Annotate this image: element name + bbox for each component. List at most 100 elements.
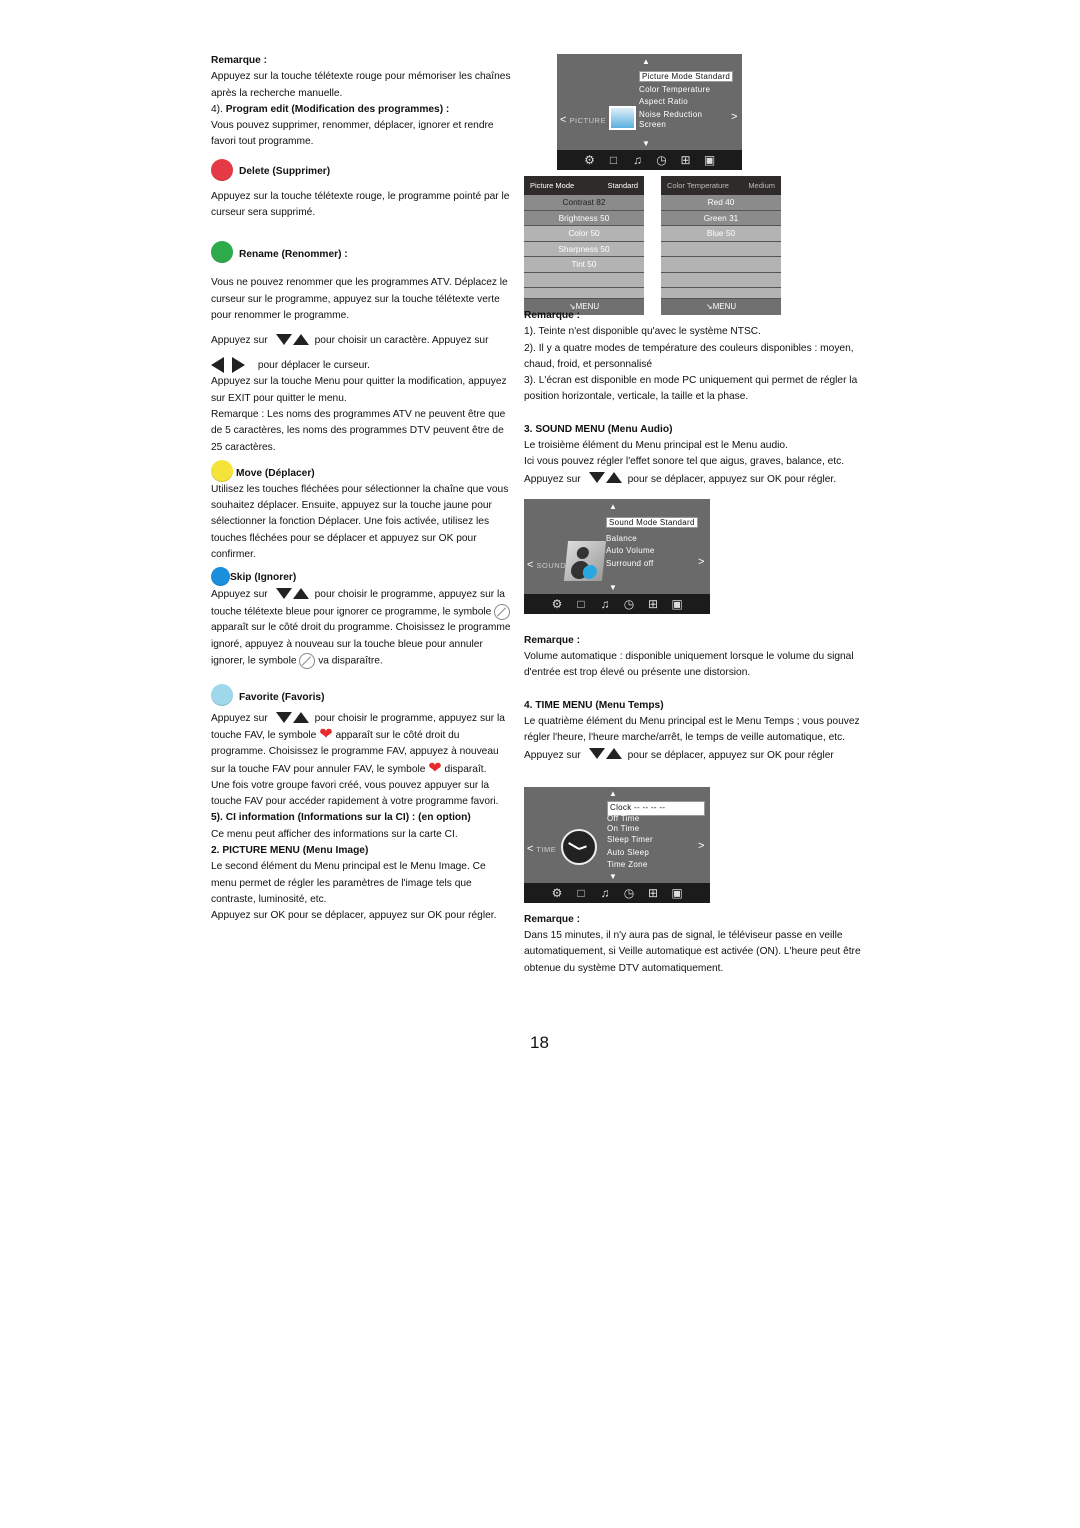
panel-row[interactable]: Green 31 [661,210,781,226]
picture-menu-heading: 2. PICTURE MENU (Menu Image) [211,844,369,856]
remarque-line: 1). Teinte n'est disponible qu'avec le s… [524,326,761,338]
scroll-down-icon: ▼ [609,583,617,592]
menu-item[interactable]: Auto Volume [606,545,710,558]
menu-bar: ⚙ □ ♫ ◷ ⊞ ▣ [557,150,742,170]
skip-symbol-icon [299,653,316,670]
program-edit-title: Program edit (Modification des programme… [225,103,450,115]
up-down-arrows-icon [275,586,309,602]
red-button-icon [211,158,233,181]
remarque-heading: Remarque : [524,913,581,925]
menu-bar: ⚙ □ ♫ ◷ ⊞ ▣ [524,883,710,903]
move-heading: Move (Déplacer) [211,459,511,482]
next-arrow-icon[interactable]: > [698,840,704,852]
remarque-heading: Remarque : [524,634,581,646]
speaker-icon [563,541,607,581]
up-down-arrows-icon [588,747,622,763]
yellow-button-icon [211,459,233,482]
panel-row [661,241,781,257]
panel-row [661,257,781,273]
next-arrow-icon[interactable]: > [731,111,737,123]
clock-icon[interactable]: ◷ [622,886,636,900]
lock-icon[interactable]: ▣ [703,153,717,167]
menu-item-selected[interactable]: Picture Mode Standard [639,71,734,82]
panel-row[interactable]: Red 40 [661,195,781,211]
picture-menu-text-2: Appuyez sur OK pour se déplacer, appuyez… [211,910,497,922]
gear-icon[interactable]: ⚙ [550,597,564,611]
panel-row[interactable]: Sharpness 50 [524,241,644,257]
clock-icon[interactable]: ◷ [622,597,636,611]
panel-row[interactable]: Blue 50 [661,226,781,242]
favorite-text: Appuyez sur pour choisir le programme, ap… [211,710,511,778]
menu-bar: ⚙ □ ♫ ◷ ⊞ ▣ [524,594,710,614]
skip-text-3: va disparaître. [318,655,383,667]
menu-item[interactable]: Auto Sleep [607,847,705,859]
sound-text-2: Ici vous pouvez régler l'effet sonore te… [524,456,845,468]
menu-item[interactable]: Color Temperature [639,84,739,97]
grid-icon[interactable]: ⊞ [646,597,660,611]
lock-icon[interactable]: ▣ [670,597,684,611]
menu-item[interactable]: Surround off [606,558,710,571]
delete-text: Appuyez sur la touche télétexte rouge, l… [211,190,510,219]
favorite-heading: Favorite (Favoris) [211,684,511,707]
remarque-line: 2). Il y a quatre modes de température d… [524,342,854,370]
panel-header: Color Temperature Medium [661,176,781,195]
ci-text: Ce menu peut afficher des informations s… [211,828,458,840]
panel-row[interactable]: Color 50 [524,226,644,242]
sound-menu-heading: 3. SOUND MENU (Menu Audio) [524,423,673,435]
sound-side-label: < SOUND [527,559,567,571]
scroll-up-icon: ▲ [609,789,617,798]
left-column: Remarque : Appuyez sur la touche télétex… [211,53,511,924]
menu-item[interactable]: On Time [607,824,705,835]
picture-mode-panel: Picture Mode Standard Contrast 82 Brightn… [524,176,644,315]
music-icon[interactable]: ♫ [631,153,645,167]
remarque-text: Dans 15 minutes, il n'y aura pas de sign… [524,930,861,974]
menu-item-selected[interactable]: Sound Mode Standard [606,517,698,528]
panel-row [661,272,781,288]
menu-item[interactable]: Sleep Timer [607,835,705,847]
panel-row[interactable]: Tint 50 [524,257,644,273]
remarque-text: Appuyez sur la touche télétexte rouge po… [211,71,511,99]
music-icon[interactable]: ♫ [598,597,612,611]
skip-text: Appuyez sur pour choisir le programme, ap… [211,586,511,670]
favorite-text-4: Une fois votre groupe favori créé, vous … [211,779,499,808]
time-side-label: < TIME [527,843,557,855]
grid-icon[interactable]: ⊞ [646,886,660,900]
skip-title: Skip (Ignorer) [230,572,297,584]
rename-text-2: Appuyez sur la touche Menu pour quitter … [211,376,507,404]
lock-icon[interactable]: ▣ [670,886,684,900]
scroll-down-icon: ▼ [642,139,650,148]
scroll-up-icon: ▲ [642,57,650,66]
monitor-icon[interactable]: □ [574,886,588,900]
remarque-text: Volume automatique : disponible uniqueme… [524,651,854,679]
next-arrow-icon[interactable]: > [698,556,704,568]
menu-item[interactable]: Time Zone [607,859,705,872]
time-text: Le quatrième élément du Menu principal e… [524,714,874,764]
delete-title: Delete (Supprimer) [239,166,331,178]
panel-row[interactable]: Brightness 50 [524,210,644,226]
time-menu-heading: 4. TIME MENU (Menu Temps) [524,699,664,711]
time-menu-items: Clock -- -- -- -- Off Time On Time Sleep… [607,801,705,871]
music-icon[interactable]: ♫ [598,886,612,900]
monitor-icon[interactable]: □ [574,597,588,611]
panel-header: Picture Mode Standard [524,176,644,195]
gear-icon[interactable]: ⚙ [583,153,597,167]
favorite-appuyez: Appuyez sur [211,712,268,724]
menu-item[interactable]: Aspect Ratio [639,96,739,109]
picture-menu-screen: ▲ < PICTURE Picture Mode Standard Color … [557,54,742,170]
menu-item[interactable]: Off Time [607,814,705,825]
menu-item[interactable]: Balance [606,533,710,546]
sound-text-1: Le troisième élément du Menu principal e… [524,440,788,452]
program-edit-text: Vous pouvez supprimer, renommer, déplace… [211,120,494,148]
scroll-down-icon: ▼ [609,872,617,881]
color-temperature-panel: Color Temperature Medium Red 40 Green 31 … [661,176,781,315]
sound-text-3: Appuyez sur pour se déplacer, appuyez sur… [524,471,874,488]
monitor-icon[interactable]: □ [607,153,621,167]
skip-symbol-icon [494,603,511,620]
rename-cursor-line: pour déplacer le curseur. [211,357,511,374]
program-edit-heading: 4). Program edit (Modification des progr… [211,102,511,118]
grid-icon[interactable]: ⊞ [679,153,693,167]
panel-row[interactable]: Contrast 82 [524,195,644,211]
gear-icon[interactable]: ⚙ [550,886,564,900]
panel-row [661,288,781,299]
clock-icon[interactable]: ◷ [655,153,669,167]
